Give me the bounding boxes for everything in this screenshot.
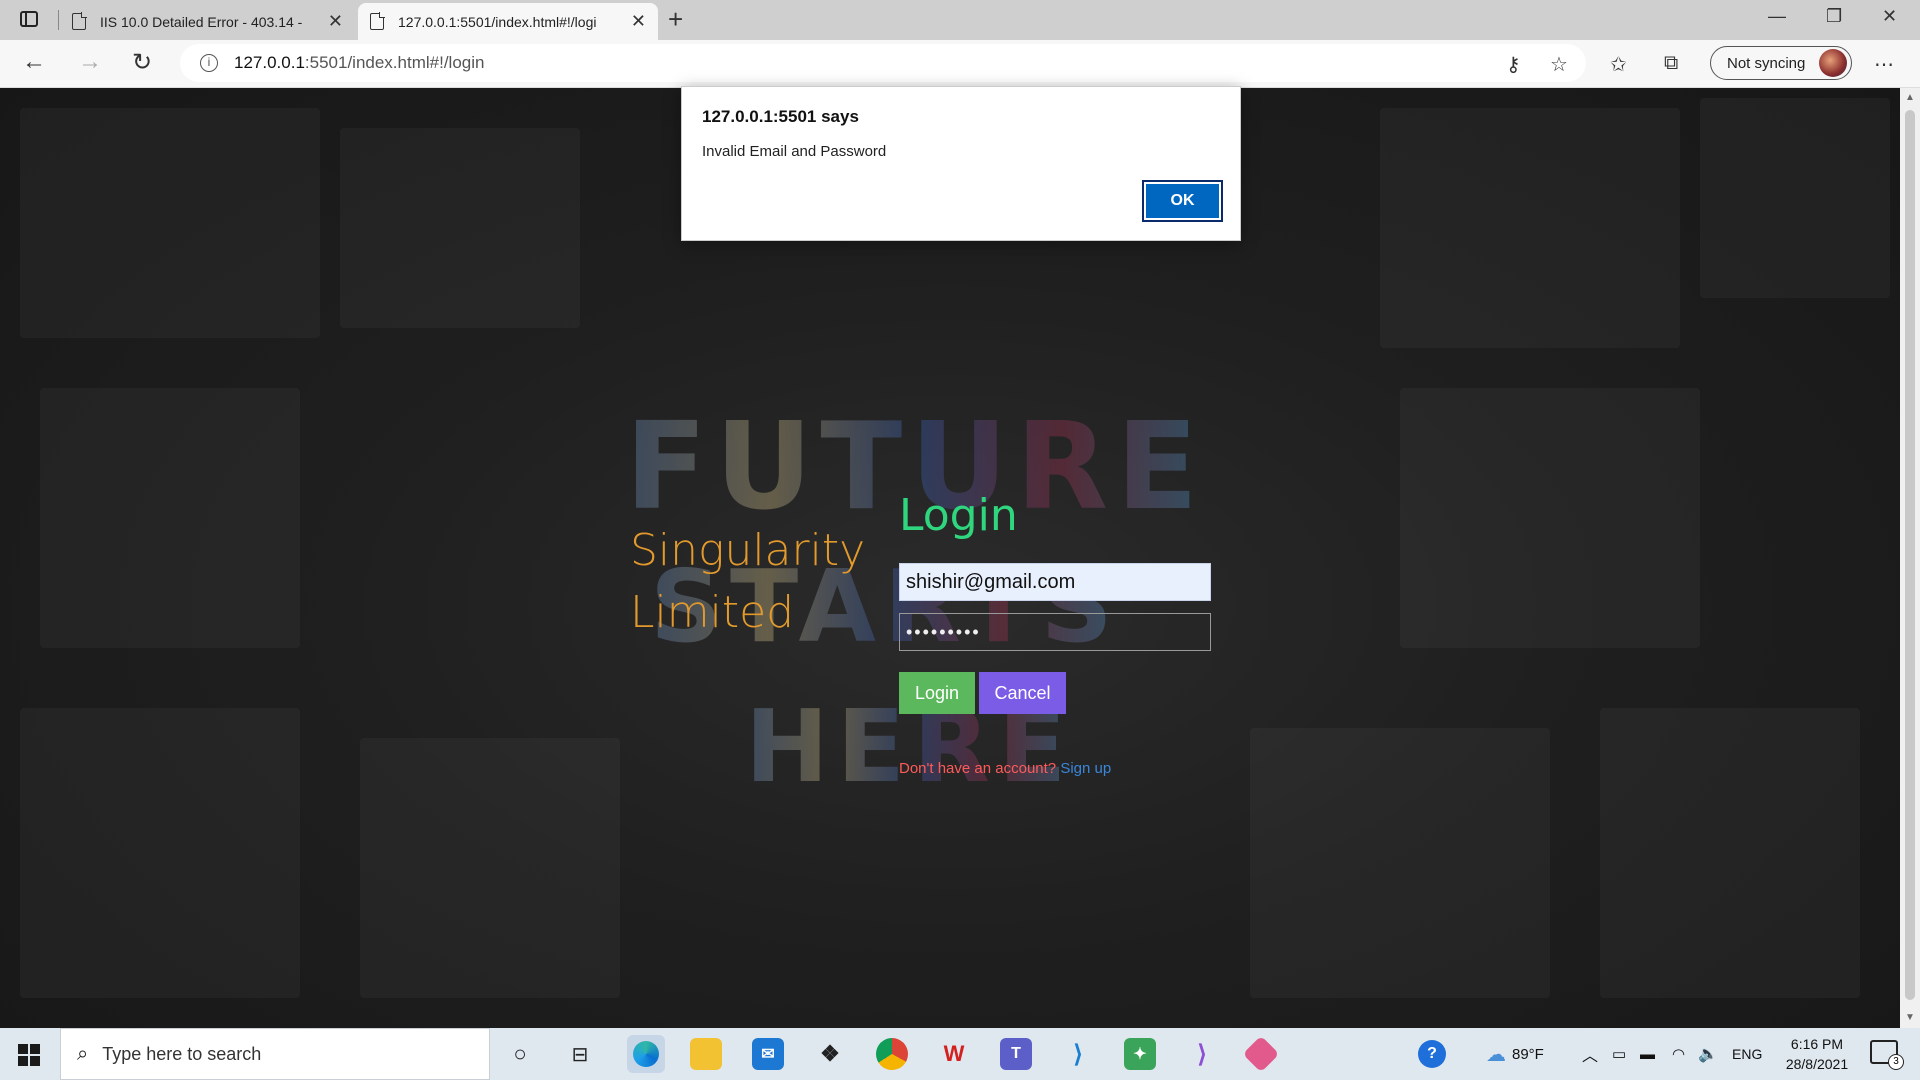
background-tile	[1700, 98, 1890, 298]
new-tab-icon[interactable]: +	[668, 4, 683, 35]
add-favorite-icon[interactable]: ☆	[1550, 52, 1568, 77]
volume-icon[interactable]: 🔈	[1698, 1028, 1718, 1080]
dialog-message: Invalid Email and Password	[702, 143, 887, 160]
favorites-icon[interactable]: ✩	[1610, 52, 1627, 77]
background-tile	[20, 708, 300, 998]
tab-login[interactable]: 127.0.0.1:5501/index.html#!/logi ✕	[358, 3, 658, 40]
wifi-icon[interactable]: ◠	[1672, 1028, 1685, 1080]
scroll-up-icon[interactable]: ▲	[1905, 92, 1915, 103]
file-explorer-icon[interactable]	[690, 1038, 722, 1070]
close-icon[interactable]: ✕	[631, 11, 646, 32]
clock-time: 6:16 PM	[1790, 1036, 1844, 1052]
windows-start-icon[interactable]	[18, 1044, 40, 1066]
search-placeholder: Type here to search	[102, 1043, 262, 1064]
background-tile	[40, 388, 300, 648]
login-heading: Login	[899, 490, 1018, 541]
document-icon	[72, 12, 87, 30]
taskbar-search[interactable]: ⌕ Type here to search	[60, 1028, 490, 1080]
more-icon[interactable]: ⋯	[1874, 52, 1894, 77]
notification-center-icon[interactable]: 3	[1870, 1040, 1904, 1070]
tab-iis-error[interactable]: IIS 10.0 Detailed Error - 403.14 - ✕	[60, 3, 355, 40]
show-hidden-icons[interactable]: ︿	[1582, 1028, 1598, 1080]
signup-link[interactable]: Sign up	[1060, 760, 1111, 777]
scroll-thumb[interactable]	[1905, 110, 1915, 1000]
address-url[interactable]: 127.0.0.1:5501/index.html#!/login	[234, 53, 484, 73]
collections-icon[interactable]: ⧉	[1664, 52, 1678, 75]
page-scrollbar[interactable]: ▲ ▼	[1900, 88, 1920, 1028]
background-tile	[20, 108, 320, 338]
mail-icon[interactable]: ✉	[752, 1038, 784, 1070]
forward-icon[interactable]: →	[78, 48, 102, 76]
git-icon[interactable]	[1242, 1035, 1280, 1073]
alert-dialog: 127.0.0.1:5501 says Invalid Email and Pa…	[681, 86, 1241, 241]
brand-name: Singularity Limited	[630, 520, 865, 644]
document-icon	[370, 12, 385, 30]
dropbox-icon[interactable]: ❖	[814, 1038, 846, 1070]
tab-title: IIS 10.0 Detailed Error - 403.14 -	[100, 13, 303, 30]
cancel-button[interactable]: Cancel	[979, 672, 1066, 714]
signup-question: Don't have an account?	[899, 760, 1057, 777]
window-close-icon[interactable]: ✕	[1882, 6, 1897, 27]
app-icon[interactable]: ✦	[1124, 1038, 1156, 1070]
search-icon: ⌕	[77, 1042, 89, 1065]
divider	[58, 10, 59, 30]
vscode-icon[interactable]: ⟩	[1062, 1038, 1094, 1070]
refresh-icon[interactable]: ↻	[132, 48, 152, 77]
tab-title: 127.0.0.1:5501/index.html#!/logi	[398, 13, 597, 30]
background-tile	[1380, 108, 1680, 348]
brand-line-2: Limited	[630, 587, 795, 638]
battery-icon[interactable]: ▬	[1640, 1028, 1655, 1080]
dialog-title: 127.0.0.1:5501 says	[702, 107, 859, 126]
chrome-icon[interactable]	[876, 1038, 908, 1070]
address-bar[interactable]: i 127.0.0.1:5501/index.html#!/login	[180, 44, 1586, 82]
back-icon[interactable]: ←	[22, 48, 46, 76]
weather-temp: 89°F	[1512, 1045, 1544, 1063]
notification-count: 3	[1888, 1054, 1904, 1070]
close-icon[interactable]: ✕	[328, 11, 343, 32]
brand-line-1: Singularity	[630, 525, 866, 576]
wps-icon[interactable]: W	[938, 1038, 970, 1070]
login-button[interactable]: Login	[899, 672, 975, 714]
visual-studio-icon[interactable]: ⟩	[1186, 1038, 1218, 1070]
signup-prompt: Don't have an account? Sign up	[899, 760, 1111, 777]
background-tile	[360, 738, 620, 998]
weather-widget[interactable]: ☁ 89°F	[1486, 1028, 1544, 1080]
meet-now-icon[interactable]: ▭	[1612, 1028, 1626, 1080]
browser-toolbar: ← → ↻ i 127.0.0.1:5501/index.html#!/logi…	[0, 40, 1920, 88]
sync-label: Not syncing	[1727, 54, 1806, 72]
url-host: 127.0.0.1	[234, 53, 305, 72]
background-tile	[1400, 388, 1700, 648]
tab-actions-icon[interactable]	[20, 11, 38, 27]
avatar	[1819, 49, 1847, 77]
task-view-icon[interactable]: ⊟	[564, 1038, 596, 1070]
help-icon[interactable]: ?	[1418, 1040, 1446, 1068]
background-tile	[1600, 708, 1860, 998]
cortana-icon[interactable]: ○	[504, 1038, 536, 1070]
taskbar: ⌕ Type here to search ○ ⊟ ✉ ❖ W T ⟩ ✦ ⟩ …	[0, 1028, 1920, 1080]
info-icon[interactable]: i	[200, 54, 218, 72]
background-tile	[340, 128, 580, 328]
minimize-icon[interactable]: —	[1768, 6, 1786, 27]
clock-date: 28/8/2021	[1785, 1056, 1849, 1072]
edge-icon[interactable]	[627, 1035, 665, 1073]
profile-sync-button[interactable]: Not syncing	[1710, 46, 1852, 80]
teams-icon[interactable]: T	[1000, 1038, 1032, 1070]
email-field[interactable]: shishir@gmail.com	[899, 563, 1211, 601]
clock[interactable]: 6:16 PM 28/8/2021	[1777, 1034, 1857, 1074]
password-field[interactable]: •••••••••	[899, 613, 1211, 651]
background-tile	[1250, 728, 1550, 998]
language-indicator[interactable]: ENG	[1732, 1028, 1762, 1080]
cloud-icon: ☁	[1486, 1043, 1506, 1066]
ok-button[interactable]: OK	[1142, 180, 1223, 222]
restore-icon[interactable]: ❐	[1826, 6, 1842, 27]
tab-bar: IIS 10.0 Detailed Error - 403.14 - ✕ 127…	[0, 0, 1920, 40]
key-icon[interactable]: ⚷	[1506, 52, 1521, 77]
scroll-down-icon[interactable]: ▼	[1905, 1012, 1915, 1023]
url-path: :5501/index.html#!/login	[304, 53, 485, 72]
